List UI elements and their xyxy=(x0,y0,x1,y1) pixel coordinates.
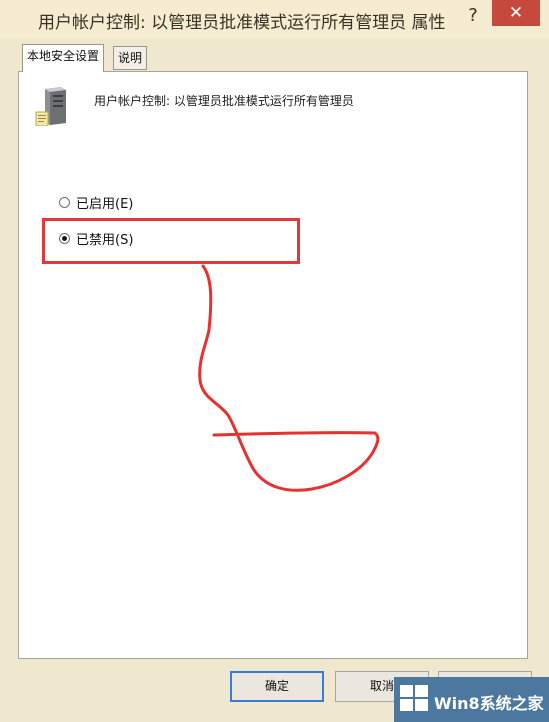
properties-dialog: 用户帐户控制: 以管理员批准模式运行所有管理员 属性 ? ✕ 本地安全设置 说明… xyxy=(0,0,549,722)
enabled-option[interactable]: 已启用(E) xyxy=(59,193,133,212)
watermark: Win8系统之家 xyxy=(394,677,549,722)
help-button[interactable]: ? xyxy=(460,4,486,28)
window-title: 用户帐户控制: 以管理员批准模式运行所有管理员 属性 xyxy=(38,13,446,33)
ok-button[interactable]: 确定 xyxy=(230,671,324,702)
tab-local-security-setting[interactable]: 本地安全设置 xyxy=(22,44,105,72)
enabled-radio[interactable] xyxy=(59,197,70,208)
enabled-label: 已启用(E) xyxy=(76,197,134,212)
annotation-highlight-box xyxy=(42,218,300,264)
close-button[interactable]: ✕ xyxy=(492,0,540,26)
tab-explain[interactable]: 说明 xyxy=(113,46,148,70)
policy-name: 用户帐户控制: 以管理员批准模式运行所有管理员 xyxy=(94,94,354,108)
server-icon xyxy=(35,87,66,126)
tab-panel xyxy=(18,71,528,659)
watermark-text: Win8系统之家 xyxy=(434,694,544,713)
close-icon: ✕ xyxy=(508,3,524,23)
windows-logo-icon xyxy=(400,685,430,713)
title-bar: 用户帐户控制: 以管理员批准模式运行所有管理员 属性 ? ✕ xyxy=(0,0,549,38)
